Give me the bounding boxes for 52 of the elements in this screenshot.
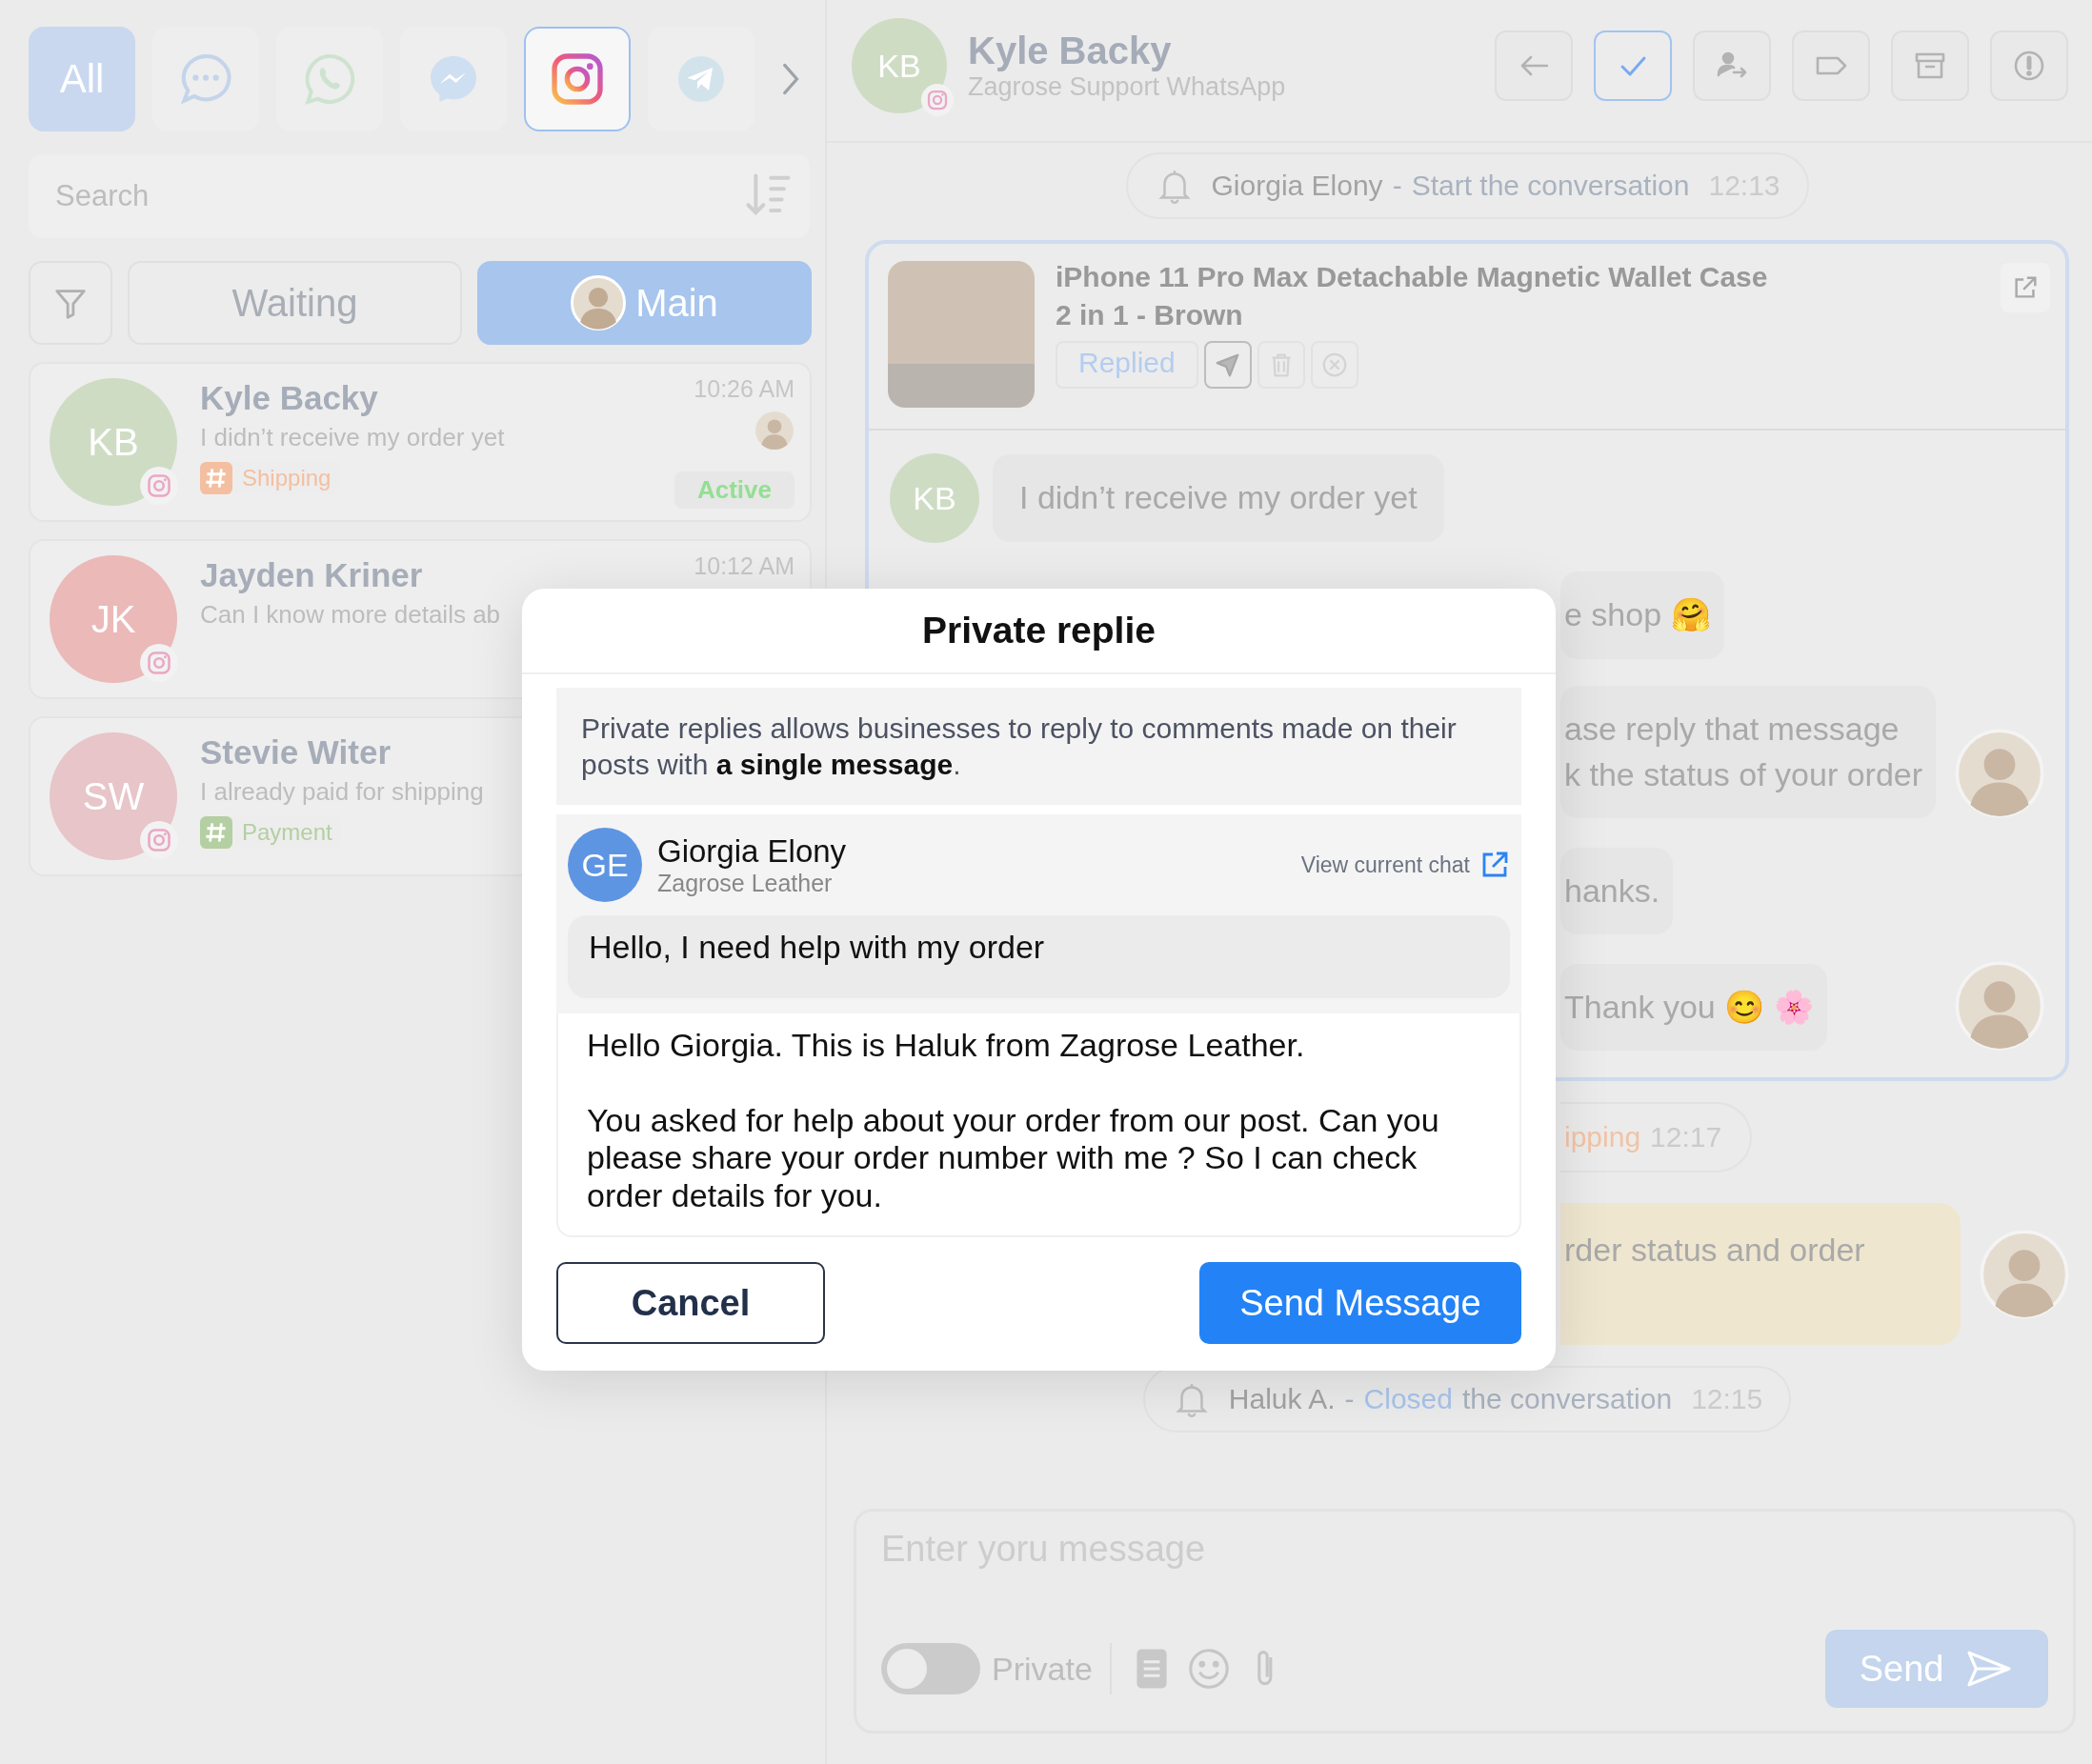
back-button[interactable]	[1495, 30, 1574, 101]
contact-avatar: SW	[50, 732, 177, 860]
info-text: Private replies allows businesses to reply to comments made on their posts with a single message.	[556, 688, 1521, 805]
contact-name: Stevie Witer	[200, 733, 392, 772]
contact-name: Kyle Backy	[200, 379, 378, 417]
status-badge: Active	[674, 471, 795, 509]
cancel-button[interactable]: Cancel	[556, 1262, 825, 1345]
message-bubble: I didn’t receive my order yet	[993, 454, 1444, 542]
event-actor: Haluk A.	[1228, 1383, 1336, 1416]
event-separator: -	[1344, 1383, 1355, 1416]
product-variant: 2 in 1 - Brown	[1056, 299, 1244, 331]
camera-badge-icon	[920, 83, 955, 117]
filter-tab[interactable]: Main	[477, 261, 812, 345]
contact-avatar: GE	[568, 828, 642, 902]
send-button[interactable]	[1203, 341, 1252, 389]
block-button[interactable]	[1990, 30, 2069, 101]
channel-tab[interactable]	[524, 27, 631, 131]
comment-bubble: Hello, I need help with my order	[568, 915, 1510, 998]
event-actor: Giorgia Elony	[1211, 170, 1383, 202]
label-button[interactable]	[1792, 30, 1871, 101]
send-message-button[interactable]: Send Message	[1199, 1262, 1521, 1345]
event-status: Closed	[1363, 1383, 1453, 1416]
tag-label: Shipping	[242, 465, 332, 491]
contact-name: Jayden Kriner	[200, 556, 423, 594]
contact-avatar: KB	[890, 453, 979, 543]
message-bubble: e shop 🤗	[1560, 571, 1724, 659]
filter-button[interactable]	[29, 261, 112, 345]
contact-avatar: KB	[852, 18, 947, 113]
event-action: the conversation	[1462, 1383, 1673, 1416]
archive-button[interactable]	[1891, 30, 1970, 101]
product-title: iPhone 11 Pro Max Detachable Magnetic Wallet Case	[1056, 261, 1768, 293]
resolve-button[interactable]	[1594, 30, 1673, 101]
view-chat-link[interactable]: View current chat	[1300, 852, 1470, 878]
message-bubble: ase reply that message k the status of your order	[1560, 686, 1937, 819]
reply-field[interactable]: Hello Giorgia. This is Haluk from Zagrose Leather. You asked for help about your order from our post. Can you please share your order number with me ? So I can check order details for you.	[556, 1013, 1521, 1238]
event-separator: -	[1392, 170, 1402, 202]
external-link-button[interactable]	[2001, 263, 2051, 312]
message-bubble: hanks.	[1560, 847, 1674, 935]
contact-avatar: JK	[50, 555, 177, 683]
private-toggle[interactable]	[881, 1643, 980, 1694]
event-action: Start the conversation	[1411, 170, 1690, 202]
event-tag: ipping	[1564, 1121, 1641, 1154]
message-bubble: Thank you 😊 🌸	[1560, 963, 1827, 1052]
person-avatar-icon	[571, 275, 627, 331]
assign-button[interactable]	[1693, 30, 1772, 101]
tag-label: Payment	[242, 819, 332, 846]
note-bubble: rder status and order	[1560, 1203, 1961, 1346]
filter-tab[interactable]: Waiting	[128, 261, 462, 345]
contact-name: Kyle Backy	[968, 30, 1173, 72]
status-badge: Replied	[1056, 341, 1198, 389]
dialog-title: Private replie	[522, 589, 1556, 674]
contact-avatar: KB	[50, 378, 177, 506]
